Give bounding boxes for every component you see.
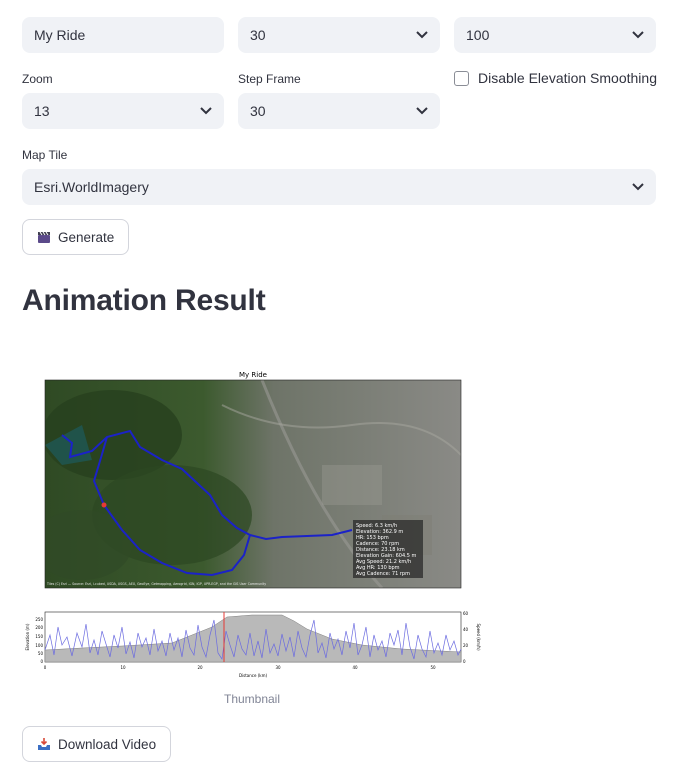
position-marker <box>101 502 107 508</box>
zoom-label: Zoom <box>22 72 53 86</box>
speed-tick: 0 <box>463 659 466 664</box>
title-input[interactable]: My Ride <box>22 17 224 53</box>
smoothing-checkbox[interactable]: Disable Elevation Smoothing <box>454 70 657 86</box>
map-tile-select[interactable]: Esri.WorldImagery <box>22 169 656 205</box>
step-frame-select[interactable]: 30 <box>238 93 440 129</box>
x-tick: 10 <box>120 665 126 670</box>
fps-select-value: 30 <box>250 27 266 43</box>
speed-tick: 40 <box>463 627 469 632</box>
dpi-select[interactable]: 100 <box>454 17 656 53</box>
profile-plot: Elevation (m) Speed (km/h) 0 50 100 150 … <box>25 611 481 678</box>
download-video-button[interactable]: Download Video <box>22 726 172 762</box>
y-tick: 50 <box>38 651 44 656</box>
map-attribution: Tiles (C) Esri — Source: Esri, i-cubed, … <box>46 582 266 586</box>
y-tick: 0 <box>40 659 43 664</box>
speed-tick: 20 <box>463 643 469 648</box>
speed-tick: 60 <box>463 611 469 616</box>
map-tile-select-value: Esri.WorldImagery <box>34 179 149 195</box>
y-tick: 200 <box>35 625 43 630</box>
chevron-down-icon <box>416 107 428 115</box>
download-video-label: Download Video <box>58 736 157 752</box>
chevron-down-icon <box>416 31 428 39</box>
x-ticks: 0 10 20 30 40 50 <box>44 665 436 670</box>
y-tick: 150 <box>35 634 43 639</box>
x-tick: 0 <box>44 665 47 670</box>
animation-result-heading: Animation Result <box>22 284 266 317</box>
inbox-tray-icon <box>38 738 50 750</box>
title-input-value: My Ride <box>34 27 86 43</box>
x-tick: 50 <box>430 665 436 670</box>
fps-select[interactable]: 30 <box>238 17 440 53</box>
y-tick: 250 <box>35 617 43 622</box>
checkbox-box[interactable] <box>454 70 469 86</box>
map-tile-label: Map Tile <box>22 148 68 162</box>
chevron-down-icon <box>200 107 212 115</box>
x-tick: 40 <box>352 665 358 670</box>
generate-button-label: Generate <box>58 229 115 245</box>
zoom-select-value: 13 <box>34 103 50 119</box>
y-tick: 100 <box>35 643 43 648</box>
elevation-axis-label: Elevation (m) <box>25 623 30 650</box>
distance-axis-label: Distance (km) <box>239 673 268 678</box>
speed-axis-label: Speed (km/h) <box>476 623 481 650</box>
x-tick: 30 <box>275 665 281 670</box>
animation-thumbnail: My Ride Speed: 6.3 km/h Elevation: 362.9… <box>25 371 481 678</box>
step-frame-select-value: 30 <box>250 103 266 119</box>
clapperboard-icon <box>38 231 50 243</box>
speed-ticks: 0 20 40 60 <box>463 611 469 664</box>
y-ticks: 0 50 100 150 200 250 <box>35 617 43 664</box>
dpi-select-value: 100 <box>466 27 490 43</box>
zoom-select[interactable]: 13 <box>22 93 224 129</box>
chevron-down-icon <box>632 31 644 39</box>
stat-avg-cadence: Avg Cadence: 71 rpm <box>356 571 410 577</box>
smoothing-checkbox-label: Disable Elevation Smoothing <box>478 70 657 86</box>
x-tick: 20 <box>197 665 203 670</box>
step-frame-label: Step Frame <box>238 72 301 86</box>
plot-title: My Ride <box>239 371 267 379</box>
generate-button[interactable]: Generate <box>22 219 130 255</box>
chevron-down-icon <box>632 183 644 191</box>
thumbnail-caption: Thumbnail <box>223 692 281 706</box>
